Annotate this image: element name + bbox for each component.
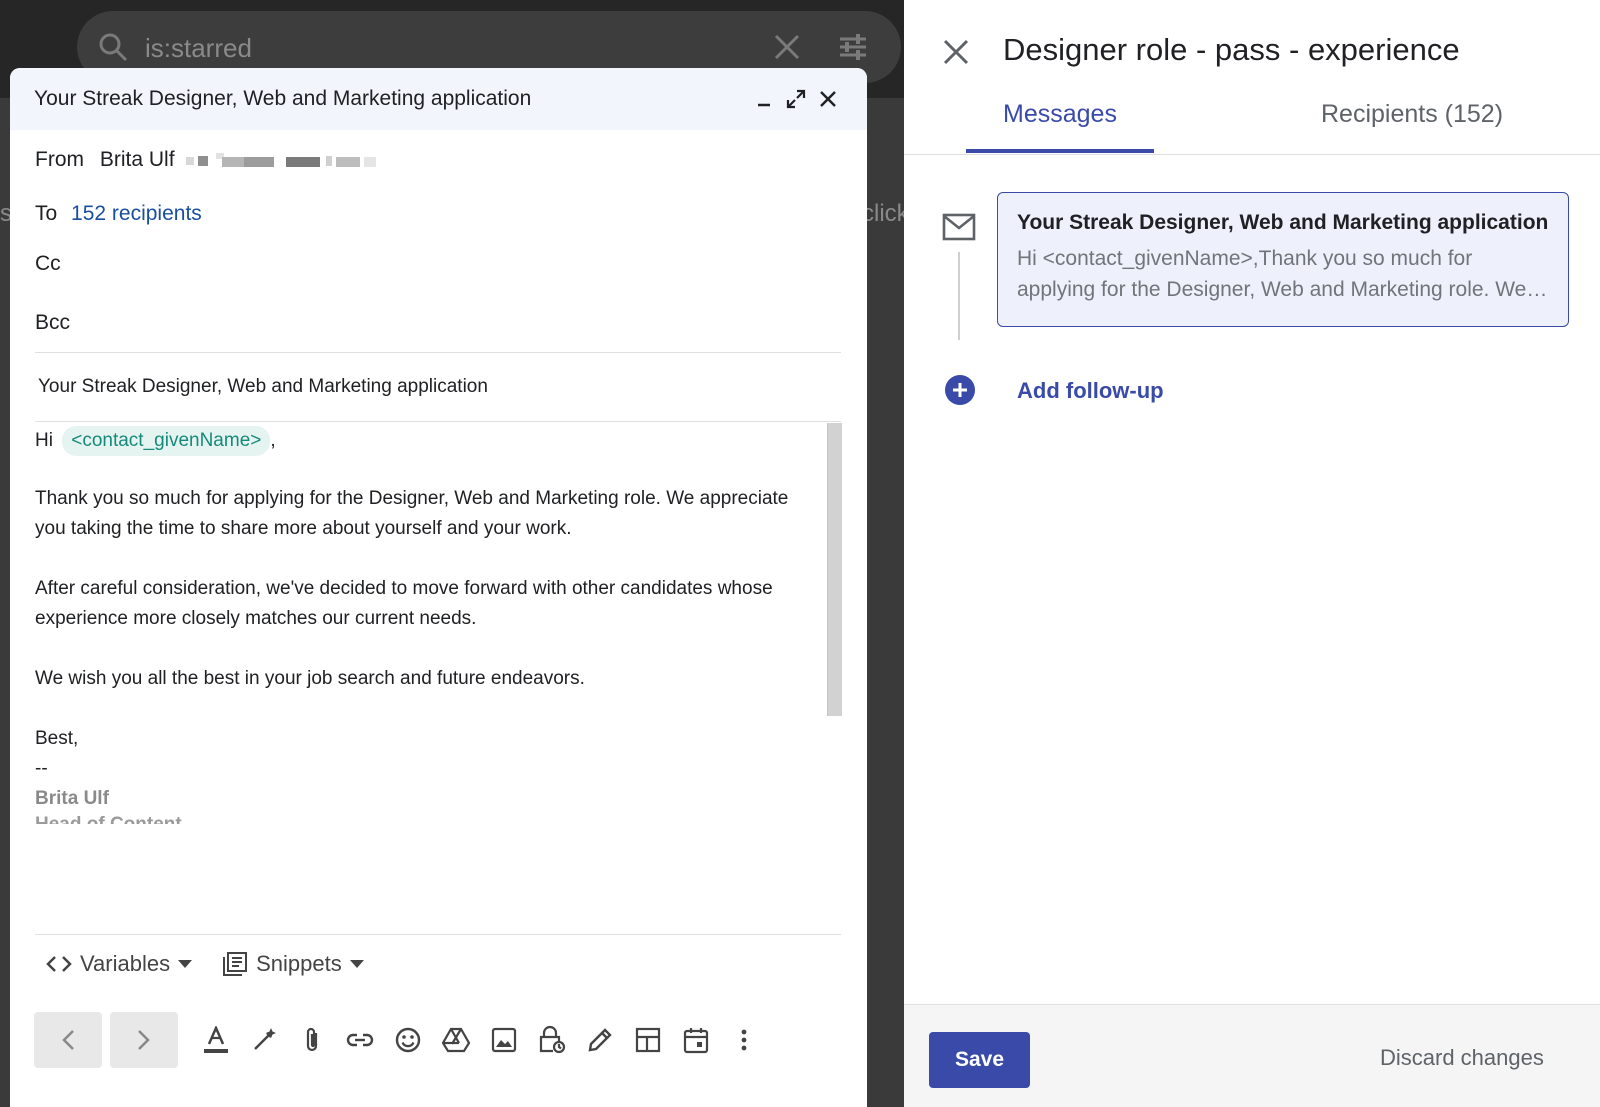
mail-icon [942,213,976,241]
cc-row[interactable]: Cc [35,252,61,276]
compose-window: Your Streak Designer, Web and Marketing … [10,68,867,1107]
expand-icon [786,89,806,109]
more-options-button[interactable] [720,1012,768,1068]
confidential-mode-button[interactable] [528,1012,576,1068]
attach-file-button[interactable] [288,1012,336,1068]
insert-toolbar: Variables Snippets [46,951,394,977]
panel-tabs: Messages Recipients (152) [904,90,1600,155]
header-divider [35,352,841,353]
variables-label: Variables [80,951,171,976]
recipients-link[interactable]: 152 recipients [71,202,202,225]
panel-footer: Save Discard changes [904,1004,1600,1107]
search-query: is:starred [145,33,252,63]
save-button[interactable]: Save [929,1032,1030,1088]
redacted-email [186,153,377,168]
variables-menu[interactable]: Variables [46,951,193,977]
tab-recipients[interactable]: Recipients (152) [1321,100,1503,129]
insert-drive-button[interactable] [432,1012,480,1068]
signature-title: Head of Content [35,814,805,824]
ai-write-button[interactable] [240,1012,288,1068]
layouts-button[interactable] [624,1012,672,1068]
dropdown-arrow-icon [349,960,364,968]
bcc-row[interactable]: Bcc [35,311,70,335]
from-label: From [35,148,84,171]
bcc-label: Bcc [35,311,71,334]
body-scrollbar[interactable] [827,423,842,716]
minimize-button[interactable] [749,84,779,114]
panel-title: Designer role - pass - experience [1003,32,1460,67]
tab-messages[interactable]: Messages [1003,100,1117,129]
signature-button[interactable] [576,1012,624,1068]
chevron-left-icon [62,1030,74,1050]
pen-icon [588,1028,612,1052]
from-row: From Brita Ulf [35,148,386,172]
format-toolbar [34,1012,768,1068]
calendar-icon [683,1028,709,1054]
emoji-icon [395,1027,421,1053]
next-button[interactable] [110,1012,178,1068]
message-card[interactable]: Your Streak Designer, Web and Marketing … [997,192,1569,327]
close-panel-icon[interactable] [940,36,972,68]
magic-pen-icon [254,1028,276,1050]
closing: Best, [35,728,79,749]
body-paragraph: After careful consideration, we've decid… [35,578,773,629]
insert-emoji-button[interactable] [384,1012,432,1068]
text-format-icon [204,1026,228,1053]
snippets-menu[interactable]: Snippets [222,951,364,977]
body-paragraph: We wish you all the best in your job sea… [35,668,585,689]
link-icon [346,1033,374,1047]
code-icon [46,956,72,972]
more-vert-icon [741,1029,747,1051]
snippets-icon [223,952,248,976]
insert-link-button[interactable] [336,1012,384,1068]
schedule-button[interactable] [672,1012,720,1068]
toolbar-divider [35,934,841,935]
background-partial-text: click [862,200,909,227]
fullscreen-button[interactable] [781,84,811,114]
greeting-suffix: , [270,430,276,451]
message-card-title: Your Streak Designer, Web and Marketing … [1017,211,1549,234]
message-body[interactable]: Hi <contact_givenName>, Thank you so muc… [35,426,805,824]
layout-icon [635,1027,661,1053]
to-label: To [35,202,58,225]
snippets-label: Snippets [256,951,342,976]
add-followup-link[interactable]: Add follow-up [1017,378,1164,404]
clear-search-icon [774,34,800,60]
search-icon [99,33,128,62]
image-icon [491,1027,517,1053]
previous-button[interactable] [34,1012,102,1068]
compose-title: Your Streak Designer, Web and Marketing … [34,87,532,110]
lock-clock-icon [539,1025,566,1054]
compose-header: Your Streak Designer, Web and Marketing … [10,68,867,130]
body-paragraph: Thank you so much for applying for the D… [35,488,789,539]
insert-photo-button[interactable] [480,1012,528,1068]
variable-chip[interactable]: <contact_givenName> [62,426,271,456]
from-name: Brita Ulf [99,148,175,171]
cc-label: Cc [35,252,61,275]
dropdown-arrow-icon [178,960,193,968]
message-preview-text: Hi <contact_givenName>,Thank you so much… [1017,247,1527,301]
message-card-preview: Hi <contact_givenName>,Thank you so much… [1017,243,1549,305]
subject-divider [35,421,841,422]
greeting-prefix: Hi [35,430,53,451]
close-icon [820,91,836,107]
timeline-line [958,252,960,340]
drive-icon [441,1027,471,1053]
text-format-button[interactable] [192,1012,240,1068]
search-options-icon [840,34,866,60]
paperclip-icon [306,1027,318,1052]
subject-field[interactable]: Your Streak Designer, Web and Marketing … [38,376,488,398]
signature-name: Brita Ulf [35,788,109,809]
active-tab-indicator [966,149,1154,153]
sequence-panel: Designer role - pass - experience Messag… [904,0,1600,1107]
close-compose-button[interactable] [813,84,843,114]
minimize-icon [758,103,770,107]
discard-changes-button[interactable]: Discard changes [1380,1045,1544,1071]
to-row[interactable]: To 152 recipients [35,202,202,226]
signature-dash: -- [35,758,48,779]
add-circle-icon[interactable] [944,374,976,406]
chevron-right-icon [138,1030,150,1050]
